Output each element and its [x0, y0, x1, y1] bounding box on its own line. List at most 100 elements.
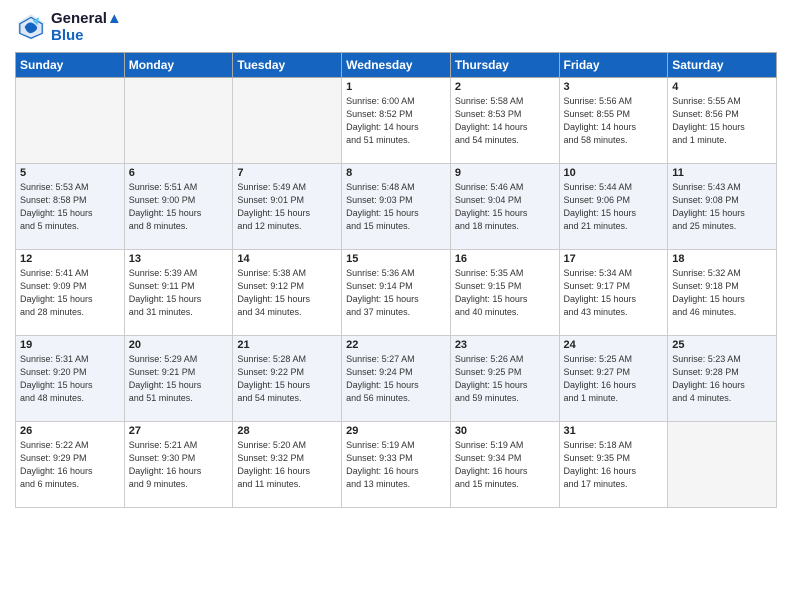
calendar-day-cell: 7 Sunrise: 5:49 AM Sunset: 9:01 PM Daylig… [233, 164, 342, 250]
calendar-day-cell: 8Sunrise: 5:48 AM Sunset: 9:03 PM Daylig… [342, 164, 451, 250]
day-info: Sunrise: 5:56 AM Sunset: 8:55 PM Dayligh… [564, 95, 664, 147]
calendar-day-cell [668, 422, 777, 508]
day-info: Sunrise: 5:44 AM Sunset: 9:06 PM Dayligh… [564, 181, 664, 233]
calendar-week-row: 26 Sunrise: 5:22 AM Sunset: 9:29 PM Dayli… [16, 422, 777, 508]
day-info: Sunrise: 5:21 AM Sunset: 9:30 PM Dayligh… [129, 439, 229, 491]
day-number: 19 [20, 339, 120, 351]
day-info: Sunrise: 5:36 AM Sunset: 9:14 PM Dayligh… [346, 267, 446, 319]
day-number: 4 [672, 81, 772, 93]
calendar-day-cell: 12 Sunrise: 5:41 AM Sunset: 9:09 PM Dayli… [16, 250, 125, 336]
calendar-day-cell: 11 Sunrise: 5:43 AM Sunset: 9:08 PM Dayli… [668, 164, 777, 250]
calendar-header-row: SundayMondayTuesdayWednesdayThursdayFrid… [16, 53, 777, 78]
day-number: 15 [346, 253, 446, 265]
calendar-day-cell: 15 Sunrise: 5:36 AM Sunset: 9:14 PM Dayli… [342, 250, 451, 336]
calendar-week-row: 19 Sunrise: 5:31 AM Sunset: 9:20 PM Dayli… [16, 336, 777, 422]
day-number: 26 [20, 425, 120, 437]
calendar-day-cell [124, 78, 233, 164]
logo: General▲ Blue [15, 10, 122, 44]
calendar-day-cell [16, 78, 125, 164]
day-number: 6 [129, 167, 229, 179]
calendar-day-cell: 30 Sunrise: 5:19 AM Sunset: 9:34 PM Dayli… [450, 422, 559, 508]
weekday-header-saturday: Saturday [668, 53, 777, 78]
day-info: Sunrise: 5:43 AM Sunset: 9:08 PM Dayligh… [672, 181, 772, 233]
calendar-day-cell: 10 Sunrise: 5:44 AM Sunset: 9:06 PM Dayli… [559, 164, 668, 250]
calendar-day-cell: 20 Sunrise: 5:29 AM Sunset: 9:21 PM Dayli… [124, 336, 233, 422]
calendar-day-cell: 16 Sunrise: 5:35 AM Sunset: 9:15 PM Dayli… [450, 250, 559, 336]
day-info: Sunrise: 5:39 AM Sunset: 9:11 PM Dayligh… [129, 267, 229, 319]
calendar-day-cell: 17 Sunrise: 5:34 AM Sunset: 9:17 PM Dayli… [559, 250, 668, 336]
calendar-week-row: 5Sunrise: 5:53 AM Sunset: 8:58 PM Daylig… [16, 164, 777, 250]
day-number: 30 [455, 425, 555, 437]
day-info: Sunrise: 5:23 AM Sunset: 9:28 PM Dayligh… [672, 353, 772, 405]
calendar-day-cell: 23 Sunrise: 5:26 AM Sunset: 9:25 PM Dayli… [450, 336, 559, 422]
day-number: 31 [564, 425, 664, 437]
calendar-day-cell: 25 Sunrise: 5:23 AM Sunset: 9:28 PM Dayli… [668, 336, 777, 422]
weekday-header-friday: Friday [559, 53, 668, 78]
day-number: 16 [455, 253, 555, 265]
day-number: 25 [672, 339, 772, 351]
weekday-header-monday: Monday [124, 53, 233, 78]
day-number: 8 [346, 167, 446, 179]
day-number: 24 [564, 339, 664, 351]
calendar-week-row: 12 Sunrise: 5:41 AM Sunset: 9:09 PM Dayli… [16, 250, 777, 336]
calendar-day-cell: 2Sunrise: 5:58 AM Sunset: 8:53 PM Daylig… [450, 78, 559, 164]
day-number: 17 [564, 253, 664, 265]
calendar-day-cell: 14 Sunrise: 5:38 AM Sunset: 9:12 PM Dayli… [233, 250, 342, 336]
weekday-header-thursday: Thursday [450, 53, 559, 78]
day-number: 3 [564, 81, 664, 93]
day-number: 22 [346, 339, 446, 351]
day-info: Sunrise: 5:29 AM Sunset: 9:21 PM Dayligh… [129, 353, 229, 405]
day-number: 12 [20, 253, 120, 265]
day-info: Sunrise: 5:25 AM Sunset: 9:27 PM Dayligh… [564, 353, 664, 405]
calendar-day-cell: 27Sunrise: 5:21 AM Sunset: 9:30 PM Dayli… [124, 422, 233, 508]
weekday-header-tuesday: Tuesday [233, 53, 342, 78]
day-info: Sunrise: 5:41 AM Sunset: 9:09 PM Dayligh… [20, 267, 120, 319]
day-info: Sunrise: 5:27 AM Sunset: 9:24 PM Dayligh… [346, 353, 446, 405]
calendar-day-cell: 6Sunrise: 5:51 AM Sunset: 9:00 PM Daylig… [124, 164, 233, 250]
calendar-day-cell: 3 Sunrise: 5:56 AM Sunset: 8:55 PM Daylig… [559, 78, 668, 164]
logo-text: General▲ Blue [51, 10, 122, 44]
calendar-day-cell: 24 Sunrise: 5:25 AM Sunset: 9:27 PM Dayli… [559, 336, 668, 422]
day-info: Sunrise: 5:28 AM Sunset: 9:22 PM Dayligh… [237, 353, 337, 405]
day-number: 23 [455, 339, 555, 351]
day-info: Sunrise: 5:35 AM Sunset: 9:15 PM Dayligh… [455, 267, 555, 319]
header: General▲ Blue [15, 10, 777, 44]
page-container: General▲ Blue SundayMondayTuesdayWednesd… [0, 0, 792, 518]
day-info: Sunrise: 5:38 AM Sunset: 9:12 PM Dayligh… [237, 267, 337, 319]
weekday-header-wednesday: Wednesday [342, 53, 451, 78]
calendar-day-cell: 4 Sunrise: 5:55 AM Sunset: 8:56 PM Daylig… [668, 78, 777, 164]
day-number: 10 [564, 167, 664, 179]
day-number: 9 [455, 167, 555, 179]
day-number: 5 [20, 167, 120, 179]
day-number: 28 [237, 425, 337, 437]
day-number: 14 [237, 253, 337, 265]
day-number: 7 [237, 167, 337, 179]
day-info: Sunrise: 5:19 AM Sunset: 9:33 PM Dayligh… [346, 439, 446, 491]
day-info: Sunrise: 5:26 AM Sunset: 9:25 PM Dayligh… [455, 353, 555, 405]
weekday-header-sunday: Sunday [16, 53, 125, 78]
day-info: Sunrise: 5:22 AM Sunset: 9:29 PM Dayligh… [20, 439, 120, 491]
day-number: 18 [672, 253, 772, 265]
calendar-week-row: 1Sunrise: 6:00 AM Sunset: 8:52 PM Daylig… [16, 78, 777, 164]
day-number: 11 [672, 167, 772, 179]
calendar-day-cell: 29Sunrise: 5:19 AM Sunset: 9:33 PM Dayli… [342, 422, 451, 508]
day-info: Sunrise: 5:19 AM Sunset: 9:34 PM Dayligh… [455, 439, 555, 491]
logo-icon [15, 11, 47, 43]
day-info: Sunrise: 5:55 AM Sunset: 8:56 PM Dayligh… [672, 95, 772, 147]
calendar-day-cell: 19 Sunrise: 5:31 AM Sunset: 9:20 PM Dayli… [16, 336, 125, 422]
calendar-day-cell: 21 Sunrise: 5:28 AM Sunset: 9:22 PM Dayli… [233, 336, 342, 422]
day-info: Sunrise: 5:46 AM Sunset: 9:04 PM Dayligh… [455, 181, 555, 233]
day-info: Sunrise: 5:34 AM Sunset: 9:17 PM Dayligh… [564, 267, 664, 319]
day-info: Sunrise: 6:00 AM Sunset: 8:52 PM Dayligh… [346, 95, 446, 147]
calendar-day-cell: 1Sunrise: 6:00 AM Sunset: 8:52 PM Daylig… [342, 78, 451, 164]
calendar-day-cell: 5Sunrise: 5:53 AM Sunset: 8:58 PM Daylig… [16, 164, 125, 250]
day-info: Sunrise: 5:31 AM Sunset: 9:20 PM Dayligh… [20, 353, 120, 405]
day-info: Sunrise: 5:20 AM Sunset: 9:32 PM Dayligh… [237, 439, 337, 491]
calendar-day-cell: 13 Sunrise: 5:39 AM Sunset: 9:11 PM Dayli… [124, 250, 233, 336]
day-number: 20 [129, 339, 229, 351]
day-number: 13 [129, 253, 229, 265]
calendar-day-cell: 26 Sunrise: 5:22 AM Sunset: 9:29 PM Dayli… [16, 422, 125, 508]
day-number: 21 [237, 339, 337, 351]
day-info: Sunrise: 5:49 AM Sunset: 9:01 PM Dayligh… [237, 181, 337, 233]
day-number: 2 [455, 81, 555, 93]
